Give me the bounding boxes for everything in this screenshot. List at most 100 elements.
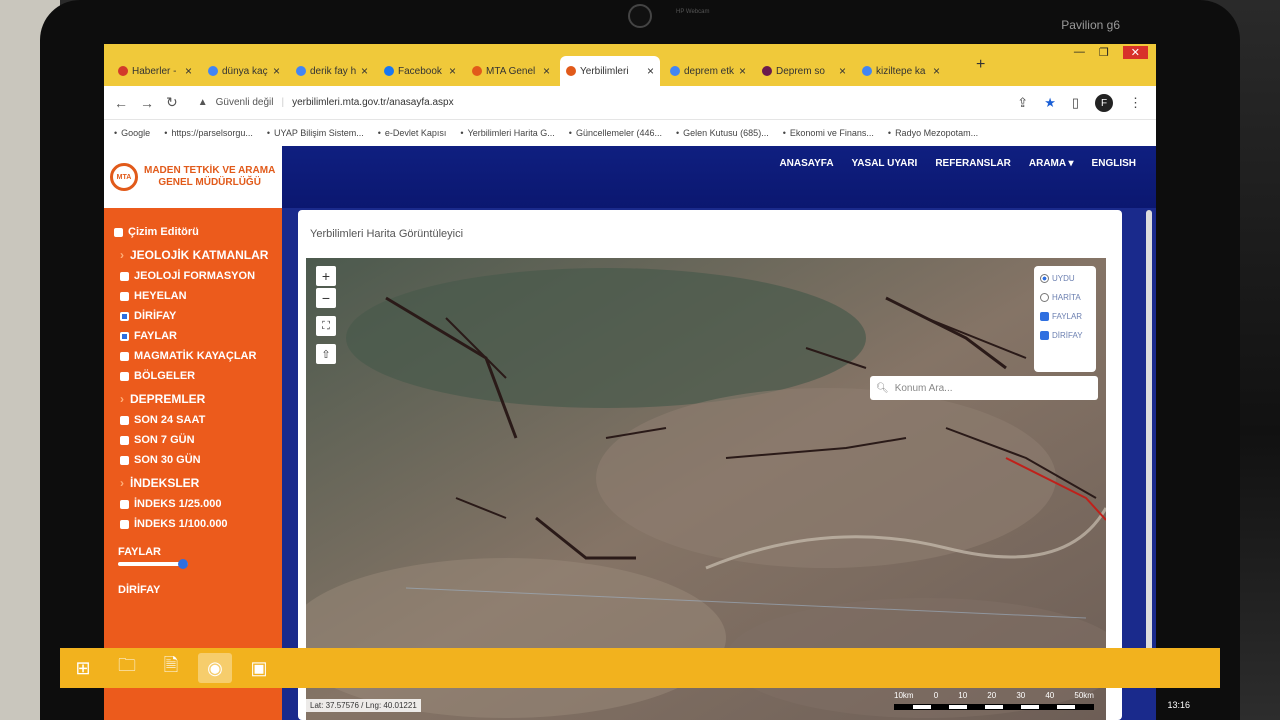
- bookmark-item[interactable]: • e-Devlet Kapısı: [378, 128, 447, 138]
- radio-harita[interactable]: [1040, 293, 1049, 302]
- layer-item[interactable]: HEYELAN: [104, 286, 272, 306]
- menu-icon[interactable]: ⋮: [1129, 95, 1142, 111]
- checkbox[interactable]: [120, 436, 129, 445]
- minimize-icon[interactable]: —: [1074, 46, 1085, 59]
- browser-tab[interactable]: Deprem so ×: [756, 56, 852, 86]
- bookmark-item[interactable]: • UYAP Bilişim Sistem...: [267, 128, 364, 138]
- nav-link[interactable]: ANASAYFA: [779, 158, 833, 169]
- back-icon[interactable]: ←: [114, 95, 128, 111]
- section-jeolojik[interactable]: › JEOLOJİK KATMANLAR: [104, 242, 272, 266]
- checkbox[interactable]: [120, 332, 129, 341]
- address-bar: ← → ↻ ▲ Güvenli değil | yerbilimleri.mta…: [104, 86, 1156, 120]
- bookmark-item[interactable]: • Güncellemeler (446...: [569, 128, 662, 138]
- file-explorer-icon[interactable]: 🗀: [110, 653, 144, 683]
- layer-item[interactable]: SON 7 GÜN: [104, 430, 272, 450]
- checkbox[interactable]: [120, 312, 129, 321]
- layer-item[interactable]: JEOLOJİ FORMASYON: [104, 266, 272, 286]
- browser-tab[interactable]: derik fay h ×: [290, 56, 374, 86]
- location-search[interactable]: 🔍︎ Konum Ara...: [870, 376, 1098, 400]
- browser-tab[interactable]: Yerbilimleri ×: [560, 56, 660, 86]
- url-text[interactable]: yerbilimleri.mta.gov.tr/anasayfa.aspx: [292, 97, 454, 108]
- close-tab-icon[interactable]: ×: [449, 64, 456, 78]
- layer-harita[interactable]: HARİTA: [1040, 293, 1090, 302]
- close-tab-icon[interactable]: ×: [361, 64, 368, 78]
- layer-uydu[interactable]: UYDU: [1040, 274, 1090, 283]
- chrome-icon[interactable]: ◉: [198, 653, 232, 683]
- google-icon: [208, 66, 218, 76]
- bookmark-item[interactable]: • https://parselsorgu...: [164, 128, 253, 138]
- forward-icon[interactable]: →: [140, 95, 154, 111]
- close-tab-icon[interactable]: ×: [185, 64, 192, 78]
- site-logo[interactable]: MTA MADEN TETKİK VE ARAMA GENEL MÜDÜRLÜĞ…: [104, 146, 282, 208]
- cizim-editoru[interactable]: Çizim Editörü: [104, 222, 272, 242]
- app-window-icon[interactable]: ▣: [242, 653, 276, 683]
- browser-tab[interactable]: kiziltepe ka ×: [856, 56, 946, 86]
- close-tab-icon[interactable]: ×: [647, 64, 654, 78]
- layer-item[interactable]: MAGMATİK KAYAÇLAR: [104, 346, 272, 366]
- checkbox[interactable]: [120, 416, 129, 425]
- sidepanel-icon[interactable]: ▯: [1072, 95, 1079, 111]
- overlay-faylar[interactable]: FAYLAR: [1040, 312, 1090, 321]
- check-faylar[interactable]: [1040, 312, 1049, 321]
- close-tab-icon[interactable]: ×: [839, 64, 846, 78]
- windows-start-icon[interactable]: ⊞: [66, 653, 100, 683]
- nav-link[interactable]: REFERANSLAR: [935, 158, 1011, 169]
- bookmark-item[interactable]: • Gelen Kutusu (685)...: [676, 128, 769, 138]
- bookmark-item[interactable]: • Ekonomi ve Finans...: [783, 128, 874, 138]
- fullscreen-icon[interactable]: ⛶: [316, 316, 336, 336]
- checkbox[interactable]: [120, 292, 129, 301]
- checkbox[interactable]: [120, 456, 129, 465]
- search-input[interactable]: Konum Ara...: [895, 383, 953, 394]
- layer-item[interactable]: SON 24 SAAT: [104, 410, 272, 430]
- layer-item[interactable]: DİRİFAY: [104, 306, 272, 326]
- taskbar-clock[interactable]: 13:16: [1167, 700, 1190, 710]
- share-icon[interactable]: ⇪: [1017, 95, 1028, 111]
- radio-uydu[interactable]: [1040, 274, 1049, 283]
- checkbox[interactable]: [114, 228, 123, 237]
- google-icon: •: [114, 128, 118, 138]
- close-window-icon[interactable]: ✕: [1122, 46, 1148, 59]
- check-dirifay[interactable]: [1040, 331, 1049, 340]
- nav-link[interactable]: ARAMA ▾: [1029, 158, 1074, 169]
- new-tab-button[interactable]: +: [976, 56, 985, 74]
- bookmark-item[interactable]: • Google: [114, 128, 150, 138]
- overlay-dirifay[interactable]: DİRİFAY: [1040, 331, 1090, 340]
- browser-tab[interactable]: Haberler - ×: [112, 56, 198, 86]
- document-icon[interactable]: 🗎: [154, 653, 188, 683]
- star-icon[interactable]: ★: [1044, 95, 1056, 111]
- close-tab-icon[interactable]: ×: [273, 64, 280, 78]
- browser-tab[interactable]: dünya kaç ×: [202, 56, 286, 86]
- slider-knob[interactable]: [178, 559, 188, 569]
- bookmark-item[interactable]: • Yerbilimleri Harita G...: [460, 128, 554, 138]
- browser-tab[interactable]: Facebook ×: [378, 56, 462, 86]
- maximize-icon[interactable]: ❐: [1099, 46, 1109, 59]
- close-tab-icon[interactable]: ×: [739, 64, 746, 78]
- checkbox[interactable]: [120, 520, 129, 529]
- browser-tab[interactable]: deprem etk ×: [664, 56, 752, 86]
- url-box[interactable]: ▲ Güvenli değil | yerbilimleri.mta.gov.t…: [198, 97, 454, 108]
- profile-avatar[interactable]: F: [1095, 94, 1113, 112]
- layer-item[interactable]: FAYLAR: [104, 326, 272, 346]
- close-tab-icon[interactable]: ×: [543, 64, 550, 78]
- layer-item[interactable]: BÖLGELER: [104, 366, 272, 386]
- layer-item[interactable]: İNDEKS 1/25.000: [104, 494, 272, 514]
- checkbox[interactable]: [120, 352, 129, 361]
- bookmark-item[interactable]: • Radyo Mezopotam...: [888, 128, 978, 138]
- zoom-in-button[interactable]: +: [316, 266, 336, 286]
- zoom-out-button[interactable]: −: [316, 288, 336, 308]
- section-depremler[interactable]: › DEPREMLER: [104, 386, 272, 410]
- nav-link[interactable]: YASAL UYARI: [852, 158, 918, 169]
- upload-icon[interactable]: ⇧: [316, 344, 336, 364]
- checkbox[interactable]: [120, 372, 129, 381]
- section-indeksler[interactable]: › İNDEKSLER: [104, 470, 272, 494]
- faylar-opacity-slider[interactable]: [118, 559, 188, 569]
- reload-icon[interactable]: ↻: [166, 94, 178, 111]
- layer-item[interactable]: SON 30 GÜN: [104, 450, 272, 470]
- layer-item[interactable]: İNDEKS 1/100.000: [104, 514, 272, 534]
- page-scrollbar[interactable]: [1146, 210, 1152, 670]
- checkbox[interactable]: [120, 272, 129, 281]
- checkbox[interactable]: [120, 500, 129, 509]
- nav-link[interactable]: ENGLISH: [1092, 158, 1136, 169]
- close-tab-icon[interactable]: ×: [933, 64, 940, 78]
- browser-tab[interactable]: MTA Genel ×: [466, 56, 556, 86]
